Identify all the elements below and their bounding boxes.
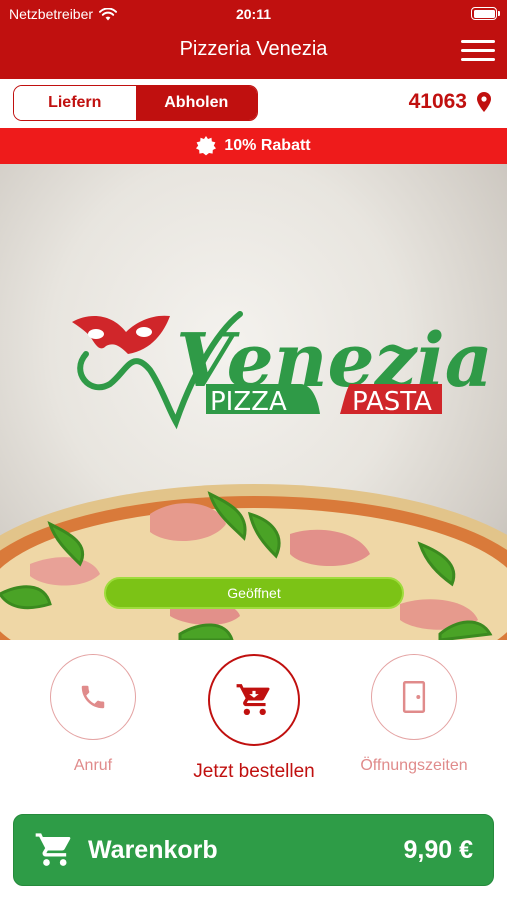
call-circle[interactable] bbox=[50, 654, 136, 740]
order-now-label: Jetzt bestellen bbox=[193, 761, 315, 782]
cart-label: Warenkorb bbox=[88, 835, 218, 864]
clock: 20:11 bbox=[235, 6, 272, 22]
pizza-image bbox=[0, 484, 507, 640]
battery-icon bbox=[471, 7, 500, 20]
call-button[interactable]: Anruf bbox=[50, 654, 136, 775]
order-circle[interactable] bbox=[208, 654, 300, 746]
discount-text: 10% Rabatt bbox=[224, 137, 311, 154]
top-bar: Netzbetreiber 20:11 Pizzeria Venezia bbox=[0, 0, 507, 79]
hero-banner: Venezia PIZZA PASTA Geöffnet bbox=[0, 164, 507, 640]
order-now-button[interactable]: Jetzt bestellen bbox=[160, 654, 348, 783]
cart-icon bbox=[35, 833, 71, 866]
hours-circle[interactable] bbox=[371, 654, 457, 740]
delivery-option-liefern[interactable]: Liefern bbox=[14, 86, 136, 120]
action-bar: Anruf Jetzt bestellen Öffnungszeiten bbox=[0, 640, 507, 800]
logo-mask-icon bbox=[72, 315, 170, 354]
logo-pasta-text: PASTA bbox=[352, 387, 432, 417]
logo-pizza-text: PIZZA bbox=[210, 387, 287, 417]
cart-button[interactable]: Warenkorb 9,90 € bbox=[13, 814, 494, 886]
map-pin-icon bbox=[477, 92, 491, 112]
location-selector[interactable]: 41063 bbox=[409, 90, 491, 114]
delivery-mode-toggle: Liefern Abholen bbox=[13, 85, 258, 121]
cart-total: 9,90 € bbox=[403, 835, 473, 864]
menu-icon[interactable] bbox=[461, 38, 495, 64]
discount-banner: 10% Rabatt bbox=[0, 128, 507, 164]
delivery-option-abholen[interactable]: Abholen bbox=[135, 86, 257, 120]
opening-hours-label: Öffnungszeiten bbox=[360, 757, 468, 774]
hero-illustration: Venezia PIZZA PASTA bbox=[0, 311, 507, 640]
shopping-cart-icon bbox=[236, 684, 270, 716]
call-label: Anruf bbox=[73, 757, 113, 774]
page-title: Pizzeria Venezia bbox=[179, 38, 328, 60]
status-bar: Netzbetreiber 20:11 bbox=[0, 4, 507, 24]
door-icon bbox=[402, 681, 426, 713]
phone-icon bbox=[81, 685, 105, 709]
delivery-row: Liefern Abholen 41063 bbox=[0, 84, 507, 124]
open-status-button[interactable]: Geöffnet bbox=[104, 577, 404, 609]
zip-code: 41063 bbox=[408, 90, 467, 113]
opening-hours-button[interactable]: Öffnungszeiten bbox=[360, 654, 468, 775]
discount-badge-icon bbox=[196, 136, 217, 156]
